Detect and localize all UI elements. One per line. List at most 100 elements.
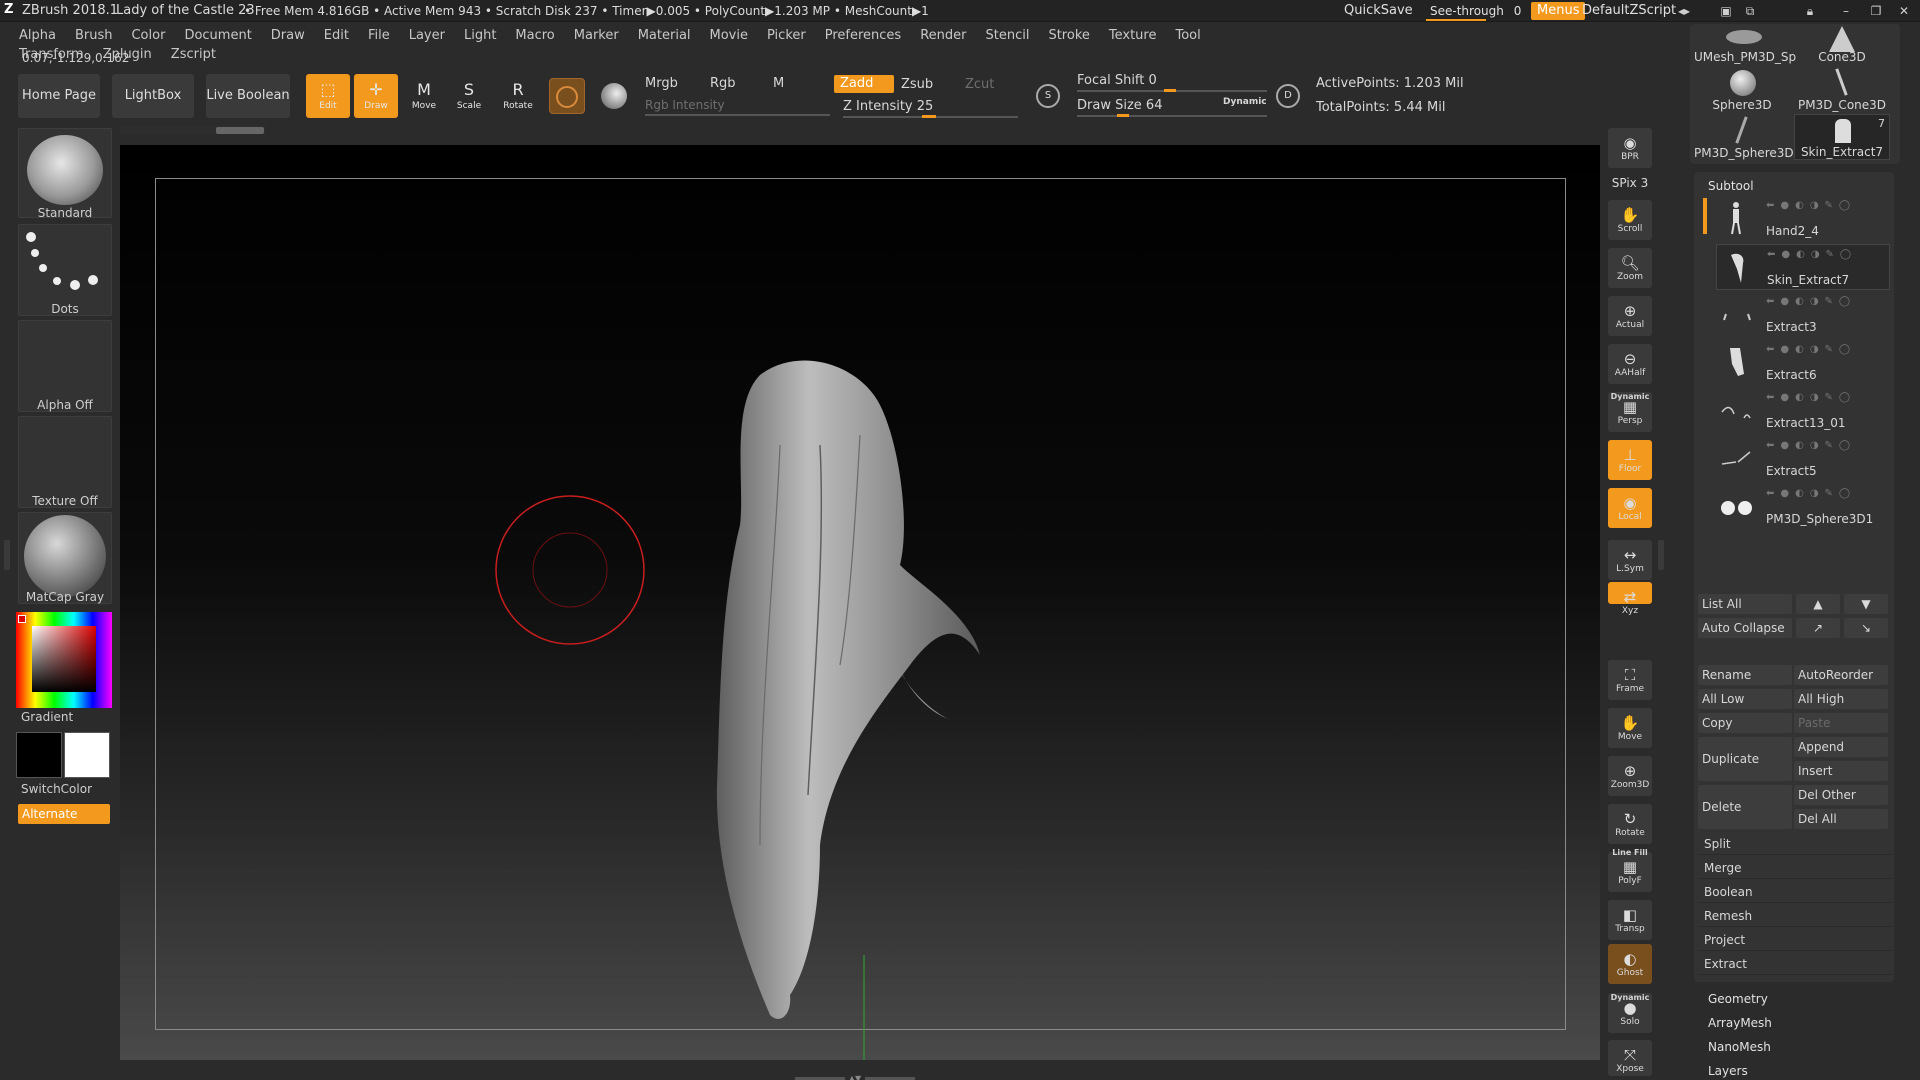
menu-brush[interactable]: Brush — [75, 24, 113, 43]
all-low-button[interactable]: All Low — [1698, 689, 1792, 709]
see-through-slider[interactable]: See-through 0 — [1424, 2, 1527, 20]
subtool-visibility-icons[interactable]: ⬅●◐◑✎◯ — [1766, 392, 1856, 403]
material-swatch[interactable] — [549, 78, 585, 114]
insert-button[interactable]: Insert — [1794, 761, 1888, 781]
spix-button[interactable]: SPix 3 — [1608, 176, 1652, 194]
subtool-visibility-icons[interactable]: ⬅●◐◑✎◯ — [1766, 200, 1856, 211]
color-picker-hue[interactable] — [16, 612, 112, 708]
duplicate-button[interactable]: Duplicate — [1698, 737, 1792, 781]
zcut-button[interactable]: Zcut — [965, 77, 994, 92]
mrgb-button[interactable]: Mrgb — [645, 76, 678, 91]
section-nanomesh[interactable]: NanoMesh — [1708, 1040, 1771, 1054]
rotate-button[interactable]: R Rotate — [496, 74, 540, 118]
delete-button[interactable]: Delete — [1698, 785, 1792, 829]
gradient-label[interactable]: Gradient — [18, 710, 112, 724]
tool-thumb-skin-extract[interactable]: 7 Skin_Extract7 — [1794, 114, 1890, 160]
menu-edit[interactable]: Edit — [324, 24, 349, 43]
merge-menu[interactable]: Merge — [1698, 857, 1892, 879]
xyz-button[interactable]: ⇄ Xyz — [1608, 582, 1652, 616]
local-button[interactable]: ◉ Local — [1608, 488, 1652, 528]
brush-picker[interactable] — [18, 128, 112, 218]
subtool-visibility-icons[interactable]: ⬅●◐◑✎◯ — [1766, 296, 1856, 307]
section-geometry[interactable]: Geometry — [1708, 992, 1768, 1006]
zadd-button[interactable]: Zadd — [834, 75, 894, 93]
move-down-icon[interactable]: ▼ — [1844, 594, 1888, 614]
dynamic-button[interactable]: Dynamic — [1223, 97, 1267, 107]
gyro-icon[interactable] — [596, 78, 632, 114]
color-picker-sv[interactable] — [32, 626, 96, 692]
extract-menu[interactable]: Extract — [1698, 953, 1892, 975]
menu-document[interactable]: Document — [184, 24, 251, 43]
move-up-icon[interactable]: ▲ — [1796, 594, 1840, 614]
window-swap-icon[interactable]: ⧉ — [1742, 3, 1758, 19]
m-button[interactable]: M — [773, 76, 784, 91]
menu-alpha[interactable]: Alpha — [19, 24, 56, 43]
layout-icon[interactable]: ◂▸ — [1676, 3, 1692, 19]
menu-marker[interactable]: Marker — [574, 24, 619, 43]
tool-thumb-sphere[interactable]: Sphere3D — [1694, 66, 1790, 112]
draw-size-slider[interactable]: Draw Size 64 — [1077, 98, 1162, 113]
subtool-scrollbar[interactable] — [1703, 198, 1707, 234]
maximize-icon[interactable]: ❐ — [1868, 3, 1884, 19]
arrow-up-right-icon[interactable]: ↗ — [1796, 618, 1840, 638]
zscript-button[interactable]: DefaultZScript — [1576, 2, 1682, 20]
section-arraymesh[interactable]: ArrayMesh — [1708, 1016, 1772, 1030]
subtool-visibility-icons[interactable]: ⬅●◐◑✎◯ — [1766, 488, 1856, 499]
scale-button[interactable]: S Scale — [447, 74, 491, 118]
list-all-button[interactable]: List All — [1698, 594, 1792, 614]
auto-reorder-button[interactable]: AutoReorder — [1794, 665, 1888, 685]
zsub-button[interactable]: Zsub — [901, 77, 933, 92]
lock-icon[interactable]: 🔒︎ — [1802, 3, 1818, 19]
draw-button[interactable]: ✛ Draw — [354, 74, 398, 118]
menu-color[interactable]: Color — [131, 24, 165, 43]
floor-button[interactable]: ⊥ Floor — [1608, 440, 1652, 480]
live-boolean-button[interactable]: Live Boolean — [206, 74, 290, 118]
hair-model[interactable] — [120, 145, 1600, 1060]
menu-render[interactable]: Render — [920, 24, 966, 43]
del-other-button[interactable]: Del Other — [1794, 785, 1888, 805]
copy-button[interactable]: Copy — [1698, 713, 1792, 733]
menu-layer[interactable]: Layer — [409, 24, 445, 43]
secondary-color-swatch[interactable] — [64, 732, 110, 778]
lsym-button[interactable]: ↔ L.Sym — [1608, 540, 1652, 580]
home-page-button[interactable]: Home Page — [18, 74, 100, 118]
boolean-menu[interactable]: Boolean — [1698, 881, 1892, 903]
tool-thumb-cone[interactable]: Cone3D — [1794, 18, 1890, 64]
z-intensity-slider[interactable]: Z Intensity 25 — [843, 99, 933, 114]
split-menu[interactable]: Split — [1698, 833, 1892, 855]
subtool-item[interactable]: ⬅●◐◑✎◯ Skin_Extract7 — [1716, 244, 1890, 290]
subtool-item[interactable]: ⬅●◐◑✎◯ Hand2_4 — [1716, 196, 1890, 242]
aahalf-button[interactable]: ⊖ AAHalf — [1608, 344, 1652, 384]
paste-button[interactable]: Paste — [1794, 713, 1888, 733]
tool-thumb-umesh[interactable]: UMesh_PM3D_Sp — [1694, 18, 1796, 64]
rename-button[interactable]: Rename — [1698, 665, 1792, 685]
scroll-button[interactable]: ✋ Scroll — [1608, 200, 1652, 240]
edit-button[interactable]: ⬚ Edit — [306, 74, 350, 118]
menu-stroke[interactable]: Stroke — [1048, 24, 1089, 43]
main-color-swatch[interactable] — [16, 732, 62, 778]
close-icon[interactable]: ✕ — [1896, 3, 1912, 19]
subtool-visibility-icons[interactable]: ⬅●◐◑✎◯ — [1767, 249, 1857, 260]
subtool-visibility-icons[interactable]: ⬅●◐◑✎◯ — [1766, 344, 1856, 355]
move-button[interactable]: M Move — [402, 74, 446, 118]
menu-picker[interactable]: Picker — [767, 24, 806, 43]
quicksave-button[interactable]: QuickSave — [1338, 2, 1419, 20]
remesh-menu[interactable]: Remesh — [1698, 905, 1892, 927]
menu-texture[interactable]: Texture — [1109, 24, 1157, 43]
tool-thumb-pm3d-cone[interactable]: PM3D_Cone3D — [1794, 66, 1890, 112]
move-button[interactable]: ✋ Move — [1608, 708, 1652, 748]
subtool-visibility-icons[interactable]: ⬅●◐◑✎◯ — [1766, 440, 1856, 451]
menu-draw[interactable]: Draw — [271, 24, 305, 43]
arrow-down-right-icon[interactable]: ↘ — [1844, 618, 1888, 638]
menu-tool[interactable]: Tool — [1175, 24, 1200, 43]
left-tray-handle[interactable] — [4, 540, 10, 570]
sculptris-symmetry-icon[interactable]: S — [1032, 78, 1064, 114]
rgb-button[interactable]: Rgb — [710, 76, 736, 91]
menu-zscript[interactable]: Zscript — [171, 43, 216, 62]
rotate-button[interactable]: ↻ Rotate — [1608, 804, 1652, 844]
alternate-button[interactable]: Alternate — [18, 804, 110, 824]
switch-color-button[interactable]: SwitchColor — [18, 782, 112, 796]
xpose-button[interactable]: ⤧ Xpose — [1608, 1040, 1652, 1076]
bpr-button[interactable]: ◉ BPR — [1608, 128, 1652, 168]
project-menu[interactable]: Project — [1698, 929, 1892, 951]
